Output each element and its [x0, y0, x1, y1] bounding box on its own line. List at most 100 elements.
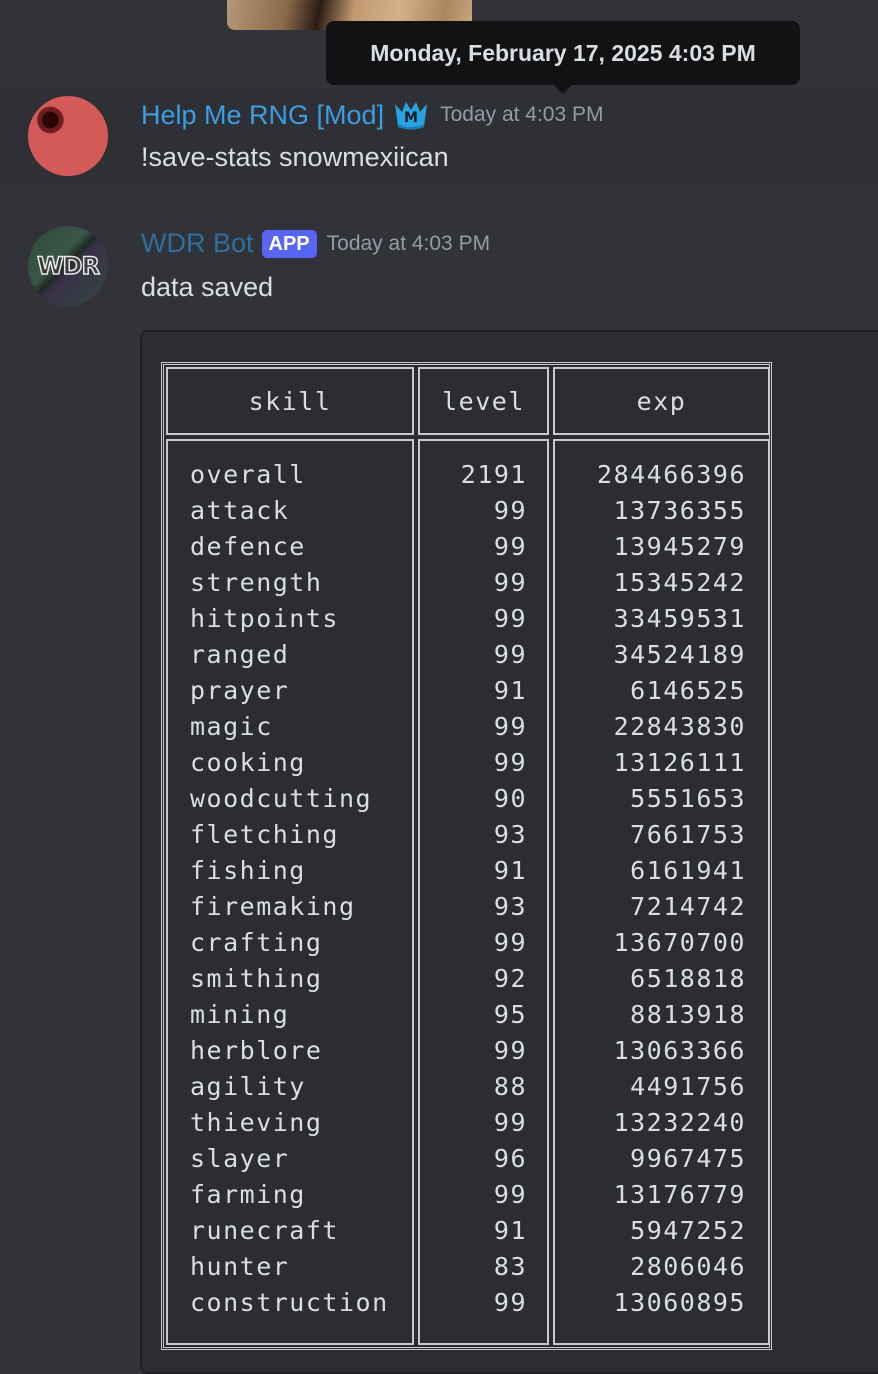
cell-skill: ranged [190, 640, 290, 669]
cell-exp: 8813918 [630, 1000, 746, 1029]
avatar[interactable]: WDR [28, 226, 108, 306]
cell-exp: 5551653 [630, 784, 746, 813]
cell-level: 99 [493, 928, 527, 957]
cell-level: 99 [493, 712, 527, 741]
cell-level: 88 [493, 1072, 527, 1101]
cell-exp: 13736355 [613, 496, 746, 525]
username[interactable]: Help Me RNG [Mod] [141, 100, 384, 131]
cell-skill: overall [190, 460, 306, 489]
cell-exp: 5947252 [630, 1216, 746, 1245]
header-exp: exp [553, 367, 770, 435]
column-skill: overall attack defence strength hitpoints ran… [166, 439, 414, 1345]
cell-exp: 7214742 [630, 892, 746, 921]
cell-skill: defence [190, 532, 306, 561]
header-level-label: level [442, 386, 525, 416]
cell-level: 99 [493, 1108, 527, 1137]
cell-level: 99 [493, 1180, 527, 1209]
cell-skill: farming [190, 1180, 306, 1209]
cell-level: 99 [493, 748, 527, 777]
cell-level: 2191 [460, 460, 527, 489]
cell-level: 99 [493, 568, 527, 597]
cell-exp: 284466396 [597, 460, 746, 489]
svg-text:M: M [404, 110, 418, 126]
cell-exp: 13063366 [613, 1036, 746, 1065]
cell-level: 99 [493, 1288, 527, 1317]
cell-exp: 13945279 [613, 532, 746, 561]
cell-level: 99 [493, 496, 527, 525]
header-skill-label: skill [248, 386, 332, 416]
timestamp[interactable]: Today at 4:03 PM [327, 232, 490, 256]
cell-skill: mining [190, 1000, 290, 1029]
cell-exp: 13126111 [613, 748, 746, 777]
cell-exp: 9967475 [630, 1144, 746, 1173]
tooltip-text: Monday, February 17, 2025 4:03 PM [370, 39, 756, 66]
cell-exp: 13232240 [613, 1108, 746, 1137]
cell-exp: 33459531 [613, 604, 746, 633]
cell-skill: herblore [190, 1036, 323, 1065]
cell-skill: hunter [190, 1252, 290, 1281]
cell-level: 96 [493, 1144, 527, 1173]
cell-skill: smithing [190, 964, 323, 993]
timestamp-tooltip: Monday, February 17, 2025 4:03 PM [326, 21, 800, 94]
message-bot[interactable]: WDR WDR Bot APP Today at 4:03 PM data sa… [0, 210, 878, 1374]
column-exp: 284466396 13736355 13945279 15345242 3345953… [553, 439, 770, 1345]
cell-level: 90 [493, 784, 527, 813]
cell-skill: attack [190, 496, 290, 525]
cell-level: 91 [493, 676, 527, 705]
cell-skill: slayer [190, 1144, 290, 1173]
cell-level: 99 [493, 604, 527, 633]
timestamp[interactable]: Today at 4:03 PM [440, 103, 603, 127]
cell-skill: firemaking [190, 892, 356, 921]
avatar-text: WDR [36, 251, 100, 281]
header-level: level [418, 367, 549, 435]
cell-exp: 6161941 [630, 856, 746, 885]
header-skill: skill [166, 367, 414, 435]
cell-exp: 13176779 [613, 1180, 746, 1209]
cell-level: 99 [493, 640, 527, 669]
stats-table-cells: skill level exp overall attack defence stre… [166, 367, 770, 1345]
cell-level: 93 [493, 892, 527, 921]
message-header: WDR Bot APP Today at 4:03 PM [141, 228, 490, 259]
header-exp-label: exp [636, 386, 687, 416]
cell-level: 91 [493, 1216, 527, 1245]
message-header: Help Me RNG [Mod] M Today at 4:03 PM [141, 98, 604, 132]
cell-skill: crafting [190, 928, 323, 957]
message-content: data saved [141, 272, 274, 302]
cell-skill: woodcutting [190, 784, 373, 813]
cell-skill: hitpoints [190, 604, 339, 633]
cell-exp: 6146525 [630, 676, 746, 705]
cell-exp: 13060895 [613, 1288, 746, 1317]
cell-level: 93 [493, 820, 527, 849]
column-level: 2191 99 99 99 99 99 91 99 99 90 93 91 93 99 92 95 99 88 99… [418, 439, 549, 1345]
cell-skill: strength [190, 568, 323, 597]
cell-level: 99 [493, 532, 527, 561]
cell-skill: runecraft [190, 1216, 339, 1245]
cell-skill: cooking [190, 748, 306, 777]
cell-exp: 22843830 [613, 712, 746, 741]
cell-level: 83 [493, 1252, 527, 1281]
stats-table-border: skill level exp overall attack defence stre… [161, 362, 772, 1350]
cell-exp: 7661753 [630, 820, 746, 849]
cell-exp: 2806046 [630, 1252, 746, 1281]
cell-skill: agility [190, 1072, 306, 1101]
avatar[interactable] [28, 96, 108, 176]
cell-skill: fletching [190, 820, 339, 849]
cell-skill: prayer [190, 676, 290, 705]
cell-skill: thieving [190, 1108, 323, 1137]
app-tag: APP [261, 229, 317, 258]
cell-skill: magic [190, 712, 273, 741]
cell-skill: fishing [190, 856, 306, 885]
cell-exp: 4491756 [630, 1072, 746, 1101]
cell-level: 99 [493, 1036, 527, 1065]
username[interactable]: WDR Bot [141, 228, 254, 259]
message-mod[interactable]: Help Me RNG [Mod] M Today at 4:03 PM !sa… [0, 88, 878, 184]
cell-exp: 13670700 [613, 928, 746, 957]
cell-skill: construction [190, 1288, 389, 1317]
cell-level: 92 [493, 964, 527, 993]
cell-exp: 15345242 [613, 568, 746, 597]
moderator-crown-icon: M [392, 98, 430, 132]
cell-exp: 6518818 [630, 964, 746, 993]
cell-level: 91 [493, 856, 527, 885]
cell-level: 95 [493, 1000, 527, 1029]
cell-exp: 34524189 [613, 640, 746, 669]
